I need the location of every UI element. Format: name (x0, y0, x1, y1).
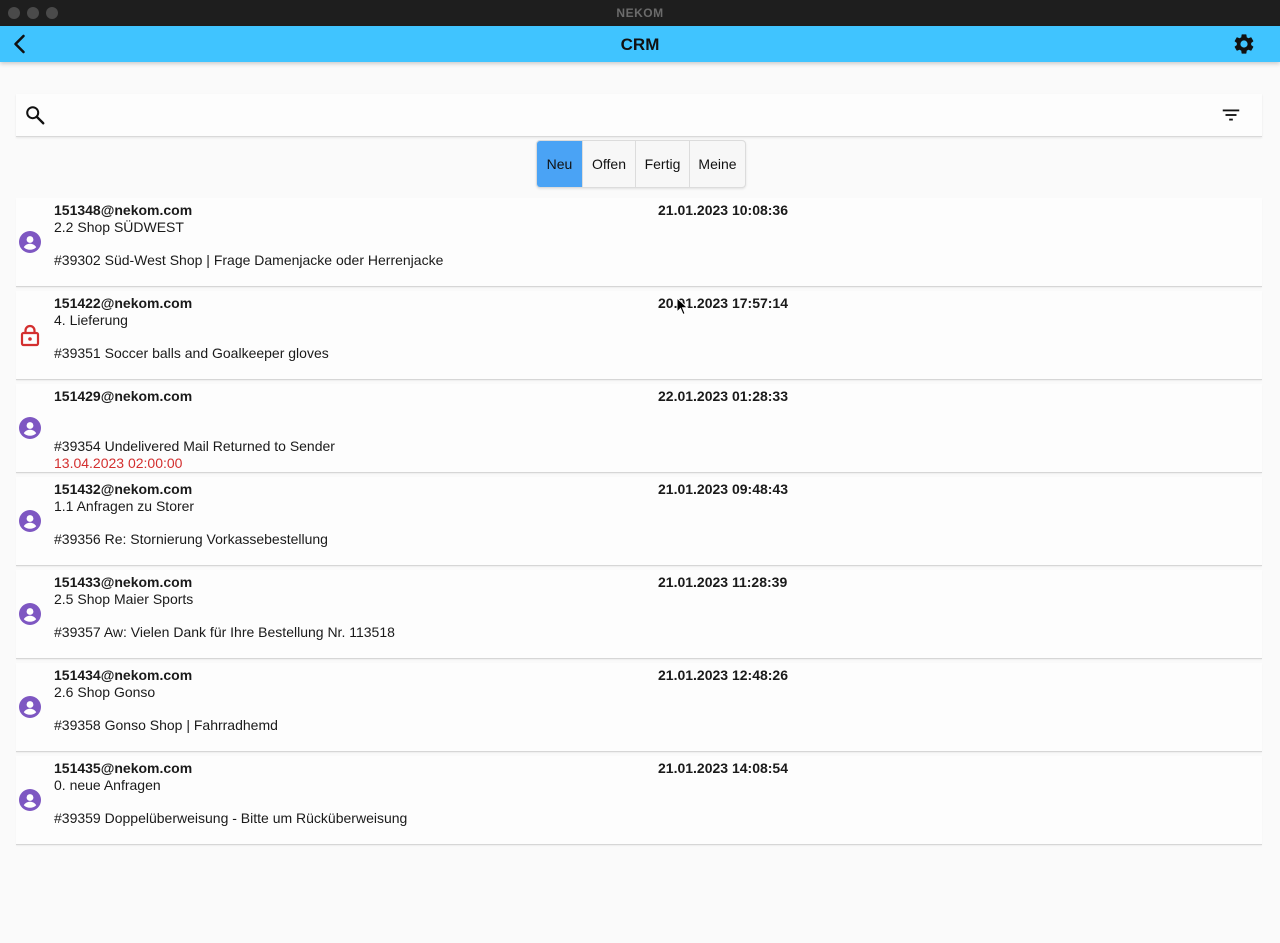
ticket-email: 151433@nekom.com (54, 574, 193, 590)
ticket-row[interactable]: 151348@nekom.com 21.01.2023 10:08:36 2.2… (16, 198, 1262, 287)
ticket-category: 2.5 Shop Maier Sports (54, 591, 194, 607)
window-title: NEKOM (616, 6, 664, 20)
person-icon (19, 696, 41, 718)
person-icon (19, 510, 41, 532)
ticket-subject: #39351 Soccer balls and Goalkeeper glove… (54, 345, 329, 361)
ticket-category: 2.2 Shop SÜDWEST (54, 219, 184, 235)
ticket-email: 151435@nekom.com (54, 760, 193, 776)
ticket-category: 1.1 Anfragen zu Storer (54, 498, 195, 514)
ticket-list: 151348@nekom.com 21.01.2023 10:08:36 2.2… (16, 198, 1262, 849)
ticket-date: 21.01.2023 12:48:26 (658, 667, 788, 683)
mouse-cursor-icon (676, 297, 689, 316)
ticket-subject: #39357 Aw: Vielen Dank für Ihre Bestellu… (54, 624, 395, 640)
status-segmented-control: Neu Offen Fertig Meine (536, 140, 746, 188)
ticket-row[interactable]: 151432@nekom.com 21.01.2023 09:48:43 1.1… (16, 477, 1262, 566)
ticket-email: 151434@nekom.com (54, 667, 193, 683)
tab-neu[interactable]: Neu (537, 141, 583, 187)
tab-fertig[interactable]: Fertig (636, 141, 690, 187)
ticket-category: 4. Lieferung (54, 312, 128, 328)
ticket-row[interactable]: 151429@nekom.com 22.01.2023 01:28:33 #39… (16, 384, 1262, 473)
person-icon (19, 231, 41, 253)
ticket-subject: #39358 Gonso Shop | Fahrradhemd (54, 717, 278, 733)
tab-offen[interactable]: Offen (583, 141, 636, 187)
ticket-category: 0. neue Anfragen (54, 777, 161, 793)
ticket-date: 22.01.2023 01:28:33 (658, 388, 788, 404)
ticket-date: 21.01.2023 14:08:54 (658, 760, 788, 776)
window-titlebar: NEKOM (0, 0, 1280, 26)
ticket-category: 2.6 Shop Gonso (54, 684, 156, 700)
ticket-email: 151422@nekom.com (54, 295, 193, 311)
ticket-subject: #39302 Süd-West Shop | Frage Damenjacke … (54, 252, 444, 268)
ticket-subject: #39359 Doppelüberweisung - Bitte um Rück… (54, 810, 408, 826)
person-icon (19, 417, 41, 439)
person-icon (19, 603, 41, 625)
ticket-row[interactable]: 151433@nekom.com 21.01.2023 11:28:39 2.5… (16, 570, 1262, 659)
lock-icon (20, 324, 40, 347)
search-input[interactable] (60, 102, 1204, 130)
app-bar: CRM (0, 26, 1280, 62)
search-icon (26, 106, 45, 125)
ticket-date: 21.01.2023 10:08:36 (658, 202, 788, 218)
ticket-date: 21.01.2023 09:48:43 (658, 481, 788, 497)
ticket-subject: #39356 Re: Stornierung Vorkassebestellun… (54, 531, 328, 547)
ticket-row[interactable]: 151422@nekom.com 20.01.2023 17:57:14 4. … (16, 291, 1262, 380)
ticket-due-date: 13.04.2023 02:00:00 (54, 455, 183, 471)
ticket-row[interactable]: 151435@nekom.com 21.01.2023 14:08:54 0. … (16, 756, 1262, 845)
ticket-email: 151348@nekom.com (54, 202, 193, 218)
gear-icon[interactable] (1232, 32, 1256, 56)
ticket-row[interactable]: 151434@nekom.com 21.01.2023 12:48:26 2.6… (16, 663, 1262, 752)
ticket-email: 151429@nekom.com (54, 388, 193, 404)
filter-list-icon[interactable] (1220, 104, 1242, 126)
ticket-email: 151432@nekom.com (54, 481, 193, 497)
page-title: CRM (620, 35, 660, 54)
ticket-date: 21.01.2023 11:28:39 (658, 574, 788, 590)
ticket-subject: #39354 Undelivered Mail Returned to Send… (54, 438, 335, 454)
person-icon (19, 789, 41, 811)
search-bar (16, 94, 1262, 137)
tab-meine[interactable]: Meine (690, 141, 745, 187)
